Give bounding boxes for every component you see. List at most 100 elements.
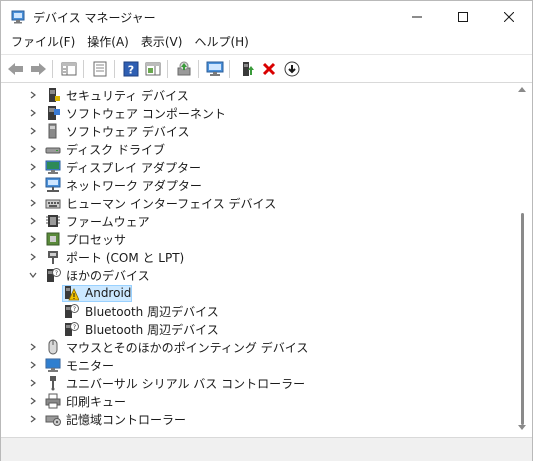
- chevron-right-icon[interactable]: [28, 90, 38, 100]
- chevron-right-icon[interactable]: [28, 396, 38, 406]
- close-button[interactable]: [486, 1, 532, 32]
- scroll-up-arrow-icon[interactable]: [518, 86, 526, 94]
- update-driver-button[interactable]: [174, 59, 194, 79]
- window-title: デバイス マネージャー: [33, 11, 156, 25]
- tree-item-processors[interactable]: プロセッサ: [3, 230, 513, 248]
- tree-item-storage-controllers[interactable]: 記憶域コントローラー: [3, 410, 513, 428]
- back-button[interactable]: [6, 59, 26, 79]
- properties-button[interactable]: [90, 59, 110, 79]
- disable-device-button[interactable]: [282, 59, 302, 79]
- toolbar-separator: [198, 60, 199, 78]
- tree-item-software-components[interactable]: ソフトウェア コンポーネント: [3, 104, 513, 122]
- chevron-right-icon[interactable]: [28, 234, 38, 244]
- hid-icon: [45, 199, 61, 209]
- print-queue-icon: [45, 393, 61, 409]
- chevron-right-icon[interactable]: [28, 360, 38, 370]
- chevron-down-icon[interactable]: [28, 270, 38, 280]
- delete-x-icon: [262, 62, 276, 76]
- menu-bar: ファイル(F) 操作(A) 表示(V) ヘルプ(H): [1, 32, 532, 53]
- maximize-icon: [458, 11, 468, 22]
- console-tree-icon: [61, 62, 77, 76]
- scan-hardware-changes-button[interactable]: [205, 59, 225, 79]
- uninstall-device-button[interactable]: [259, 59, 279, 79]
- svg-text:?: ?: [73, 306, 76, 313]
- software-device-icon: [48, 123, 57, 139]
- tree-item-label: ネットワーク アダプター: [66, 178, 202, 193]
- scan-monitor-icon: [206, 61, 224, 76]
- display-adapter-icon: [45, 160, 61, 174]
- scrollbar-thumb[interactable]: [521, 213, 524, 425]
- tree-item-mice[interactable]: マウスとそのほかのポインティング デバイス: [3, 338, 513, 356]
- tree-item-human-interface-devices[interactable]: ヒューマン インターフェイス デバイス: [3, 194, 513, 212]
- toolbar: ?: [1, 54, 532, 83]
- chevron-right-icon[interactable]: [28, 198, 38, 208]
- tree-item-label: Bluetooth 周辺デバイス: [85, 322, 219, 337]
- forward-button[interactable]: [28, 59, 48, 79]
- back-arrow-icon: [8, 63, 23, 75]
- tree-item-display-adapters[interactable]: ディスプレイ アダプター: [3, 158, 513, 176]
- menu-help[interactable]: ヘルプ(H): [189, 32, 253, 53]
- chevron-right-icon[interactable]: [28, 144, 38, 154]
- help-icon: ?: [123, 61, 139, 77]
- close-icon: [504, 11, 514, 22]
- toolbar-separator: [52, 60, 53, 78]
- action-pane-button[interactable]: [143, 59, 163, 79]
- help-button[interactable]: ?: [121, 59, 141, 79]
- storage-controller-icon: [45, 415, 61, 426]
- menu-action[interactable]: 操作(A): [82, 32, 134, 53]
- tree-item-label: マウスとそのほかのポインティング デバイス: [66, 340, 309, 355]
- device-manager-window: デバイス マネージャー ファイル(F) 操作(A) 表示(V) ヘルプ(H) ?…: [0, 0, 533, 461]
- warning-device-icon: [65, 286, 79, 301]
- minimize-button[interactable]: [394, 1, 440, 32]
- title-bar[interactable]: デバイス マネージャー: [1, 1, 532, 32]
- status-bar: [1, 437, 532, 461]
- tree-item-print-queues[interactable]: 印刷キュー: [3, 392, 513, 410]
- firmware-icon: [46, 215, 60, 227]
- tree-item-other-devices[interactable]: ? ほかのデバイス: [3, 266, 513, 284]
- chevron-right-icon[interactable]: [28, 342, 38, 352]
- tree-item-label: 印刷キュー: [66, 394, 127, 409]
- tree-item-label: ユニバーサル シリアル バス コントローラー: [66, 376, 306, 391]
- menu-file[interactable]: ファイル(F): [6, 32, 80, 53]
- monitor-icon: [45, 358, 61, 372]
- tree-item-label: セキュリティ デバイス: [66, 88, 189, 103]
- chevron-right-icon[interactable]: [28, 252, 38, 262]
- chevron-right-icon[interactable]: [28, 108, 38, 118]
- mouse-icon: [48, 339, 58, 355]
- other-devices-icon: ?: [47, 268, 61, 282]
- tree-item-security-devices[interactable]: セキュリティ デバイス: [3, 86, 513, 104]
- chevron-right-icon[interactable]: [28, 180, 38, 190]
- tree-item-label: ディスク ドライブ: [66, 142, 165, 157]
- show-hide-console-tree-button[interactable]: [59, 59, 79, 79]
- tree-item-monitors[interactable]: モニター: [3, 356, 513, 374]
- software-component-icon: [48, 106, 60, 120]
- device-tree[interactable]: セキュリティ デバイス ソフトウェア コンポーネント ソフトウェア デバイス デ…: [3, 83, 513, 435]
- tree-item-usb-controllers[interactable]: ユニバーサル シリアル バス コントローラー: [3, 374, 513, 392]
- chevron-right-icon[interactable]: [28, 378, 38, 388]
- chevron-right-icon[interactable]: [28, 414, 38, 424]
- tree-item-android[interactable]: Android: [3, 284, 513, 302]
- tree-item-disk-drives[interactable]: ディスク ドライブ: [3, 140, 513, 158]
- tree-item-label: Android: [85, 286, 132, 300]
- maximize-button[interactable]: [440, 1, 486, 32]
- toolbar-separator: [114, 60, 115, 78]
- tree-item-software-devices[interactable]: ソフトウェア デバイス: [3, 122, 513, 140]
- tree-item-firmware[interactable]: ファームウェア: [3, 212, 513, 230]
- tree-item-label: ポート (COM と LPT): [66, 250, 185, 265]
- tree-item-bluetooth-peripheral[interactable]: ? Bluetooth 周辺デバイス: [3, 320, 513, 338]
- device-manager-app-icon: [11, 10, 25, 24]
- properties-icon: [93, 61, 107, 77]
- menu-view[interactable]: 表示(V): [136, 32, 188, 53]
- usb-controller-icon: [50, 376, 56, 391]
- tree-item-label: ヒューマン インターフェイス デバイス: [66, 196, 277, 211]
- tree-item-bluetooth-peripheral[interactable]: ? Bluetooth 周辺デバイス: [3, 302, 513, 320]
- chevron-right-icon[interactable]: [28, 126, 38, 136]
- chevron-right-icon[interactable]: [28, 162, 38, 172]
- scroll-down-arrow-icon[interactable]: [518, 423, 526, 431]
- tree-item-network-adapters[interactable]: ネットワーク アダプター: [3, 176, 513, 194]
- chevron-right-icon[interactable]: [28, 216, 38, 226]
- add-driver-button[interactable]: [237, 59, 257, 79]
- vertical-scrollbar[interactable]: [514, 83, 530, 435]
- tree-item-ports[interactable]: ポート (COM と LPT): [3, 248, 513, 266]
- disk-drive-icon: [45, 147, 61, 154]
